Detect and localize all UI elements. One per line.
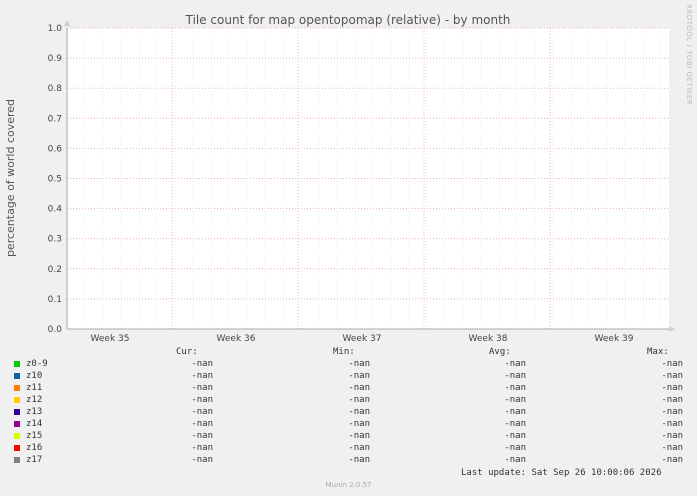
legend-value-min: -nan: [348, 455, 370, 465]
legend-value-max: -nan: [661, 395, 683, 405]
legend-value-avg: -nan: [504, 431, 526, 441]
y-tick-label: 0.9: [48, 54, 63, 64]
x-tick-label: Week 38: [469, 334, 508, 344]
legend-value-min: -nan: [348, 407, 370, 417]
legend-value-min: -nan: [348, 431, 370, 441]
y-tick-label: 1.0: [48, 24, 63, 34]
rrdtool-credit: RRDTOOL / TOBI OETIKER: [685, 4, 693, 106]
x-tick-label: Week 36: [217, 334, 256, 344]
legend-row: z16 -nan -nan -nan -nan: [0, 443, 697, 455]
legend-series-name: z16: [26, 443, 43, 453]
legend-series-name: z11: [26, 383, 43, 393]
legend-value-avg: -nan: [504, 359, 526, 369]
x-tick-label: Week 35: [91, 334, 130, 344]
chart-title: Tile count for map opentopomap (relative…: [185, 13, 511, 27]
legend-series-name: z17: [26, 455, 43, 465]
legend-swatch: [14, 361, 20, 367]
legend-value-max: -nan: [661, 431, 683, 441]
legend-value-avg: -nan: [504, 407, 526, 417]
legend-value-max: -nan: [661, 371, 683, 381]
legend-value-max: -nan: [661, 383, 683, 393]
legend-value-max: -nan: [661, 443, 683, 453]
x-tick-label: Week 39: [595, 334, 634, 344]
legend-value-max: -nan: [661, 419, 683, 429]
legend-value-cur: -nan: [191, 395, 213, 405]
y-axis-label: percentage of world covered: [4, 99, 17, 257]
legend-value-cur: -nan: [191, 371, 213, 381]
legend-header-avg: Avg:: [489, 347, 511, 357]
legend-value-cur: -nan: [191, 359, 213, 369]
legend-swatch: [14, 397, 20, 403]
legend-value-max: -nan: [661, 407, 683, 417]
legend-value-avg: -nan: [504, 383, 526, 393]
legend-row: z17 -nan -nan -nan -nan: [0, 455, 697, 467]
last-update: Last update: Sat Sep 26 10:00:06 2026: [461, 468, 662, 478]
legend-swatch: [14, 433, 20, 439]
legend-value-cur: -nan: [191, 383, 213, 393]
legend-series-name: z12: [26, 395, 43, 405]
y-tick-label: 0.2: [48, 265, 62, 275]
legend-value-max: -nan: [661, 455, 683, 465]
legend-swatch: [14, 445, 20, 451]
legend-value-cur: -nan: [191, 455, 213, 465]
legend-series-name: z10: [26, 371, 43, 381]
legend-value-avg: -nan: [504, 419, 526, 429]
legend-series-name: z14: [26, 419, 43, 429]
x-axis-ticks: Week 35 Week 36 Week 37 Week 38 Week 39: [91, 334, 634, 344]
legend-value-max: -nan: [661, 359, 683, 369]
legend-row: z13 -nan -nan -nan -nan: [0, 407, 697, 419]
legend-value-min: -nan: [348, 395, 370, 405]
y-tick-label: 0.8: [48, 84, 63, 94]
y-tick-label: 0.1: [48, 295, 62, 305]
y-tick-label: 0.5: [48, 175, 62, 185]
y-tick-label: 0.7: [48, 114, 62, 124]
legend-series-name: z13: [26, 407, 43, 417]
legend-row: z15 -nan -nan -nan -nan: [0, 431, 697, 443]
legend-value-avg: -nan: [504, 371, 526, 381]
legend-header-min: Min:: [333, 347, 355, 357]
legend-value-avg: -nan: [504, 455, 526, 465]
legend-swatch: [14, 457, 20, 463]
legend-row: z10 -nan -nan -nan -nan: [0, 371, 697, 383]
legend-value-cur: -nan: [191, 443, 213, 453]
legend-header-cur: Cur:: [176, 347, 198, 357]
legend-value-avg: -nan: [504, 443, 526, 453]
legend-value-min: -nan: [348, 371, 370, 381]
legend-series-name: z0-9: [26, 359, 48, 369]
y-tick-label: 0.3: [48, 235, 62, 245]
legend-swatch: [14, 421, 20, 427]
y-axis-ticks: 0.0 0.1 0.2 0.3 0.4 0.5 0.6 0.7 0.8 0.9 1.0: [48, 24, 63, 335]
y-tick-label: 0.4: [48, 205, 63, 215]
x-tick-label: Week 37: [343, 334, 382, 344]
legend-value-min: -nan: [348, 359, 370, 369]
legend-row: z12 -nan -nan -nan -nan: [0, 395, 697, 407]
y-tick-label: 0.0: [48, 325, 63, 335]
y-axis-arrow-icon: [64, 20, 70, 26]
x-axis-arrow-icon: [669, 326, 675, 332]
legend-value-min: -nan: [348, 419, 370, 429]
legend-row: z11 -nan -nan -nan -nan: [0, 383, 697, 395]
munin-version: Munin 2.0.57: [325, 481, 372, 489]
chart-canvas: 0.0 0.1 0.2 0.3 0.4 0.5 0.6 0.7 0.8 0.9 1.0 Week 3…: [4, 13, 675, 344]
legend-value-min: -nan: [348, 443, 370, 453]
legend-swatch: [14, 409, 20, 415]
legend-value-cur: -nan: [191, 407, 213, 417]
legend-series-name: z15: [26, 431, 43, 441]
legend-swatch: [14, 385, 20, 391]
legend-value-avg: -nan: [504, 395, 526, 405]
legend-swatch: [14, 373, 20, 379]
legend-row: z0-9 -nan -nan -nan -nan: [0, 359, 697, 371]
legend-header-max: Max:: [647, 347, 669, 357]
legend-row: z14 -nan -nan -nan -nan: [0, 419, 697, 431]
legend-value-cur: -nan: [191, 419, 213, 429]
legend-value-min: -nan: [348, 383, 370, 393]
legend-value-cur: -nan: [191, 431, 213, 441]
y-tick-label: 0.6: [48, 144, 63, 154]
